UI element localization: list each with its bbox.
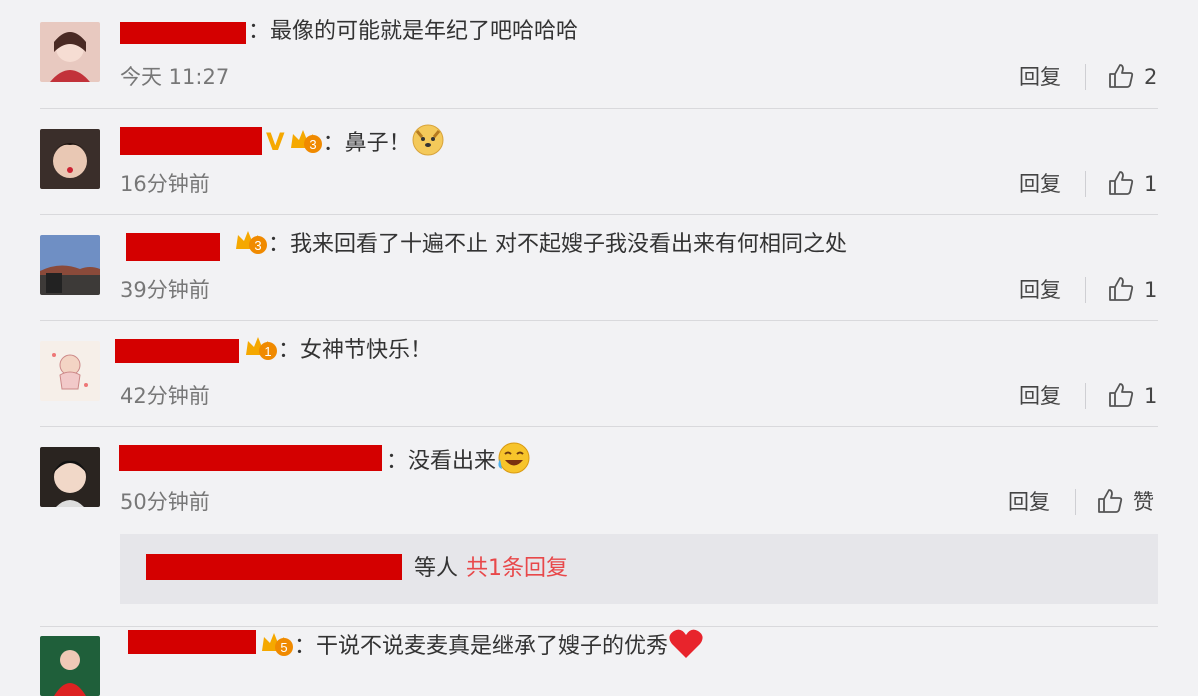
thumbs-up-icon — [1109, 383, 1134, 407]
like-button[interactable]: 赞 — [1097, 487, 1154, 517]
level-badge-icon: 1 — [244, 335, 278, 371]
reply-button[interactable]: 回复 — [1019, 169, 1061, 199]
comment-item: 5 ：干说不说麦麦真是继承了嫂子的优秀 — [0, 620, 1198, 696]
reply-button[interactable]: 回复 — [1019, 275, 1061, 305]
like-count: 1 — [1144, 172, 1158, 196]
sub-reply-count-link[interactable]: 共1条回复 — [466, 556, 568, 581]
like-button[interactable]: 1 — [1108, 275, 1157, 305]
like-button[interactable]: 1 — [1108, 169, 1157, 199]
avatar[interactable] — [40, 22, 100, 82]
comment-item: ：最像的可能就是年纪了吧哈哈哈 今天 11:27 回复 2 — [0, 0, 1198, 109]
like-button[interactable]: 1 — [1108, 381, 1157, 411]
redacted-username[interactable] — [120, 22, 246, 44]
reply-button[interactable]: 回复 — [1019, 381, 1061, 411]
level-number: 5 — [280, 640, 287, 655]
level-badge-icon: 3 — [234, 229, 268, 265]
comment-text: ：干说不说麦麦真是继承了嫂子的优秀 — [294, 634, 669, 659]
avatar[interactable] — [40, 447, 100, 507]
comment-time: 50分钟前 — [120, 490, 210, 514]
reply-button[interactable]: 回复 — [1008, 487, 1050, 517]
redacted-username[interactable] — [126, 233, 220, 261]
heart-emoji-icon — [668, 628, 704, 670]
avatar[interactable] — [40, 235, 100, 295]
thumbs-up-icon — [1109, 64, 1134, 88]
sub-reply-suffix: 等人 — [414, 556, 459, 581]
avatar[interactable] — [40, 129, 100, 189]
sub-reply-box[interactable]: 等人 共1条回复 — [120, 534, 1158, 604]
comment-item: 1 ：女神节快乐！ 42分钟前 回复 1 — [0, 321, 1198, 427]
verified-v-icon: V — [266, 128, 285, 156]
comment-text: ：女神节快乐！ — [278, 338, 433, 363]
like-count: 1 — [1144, 278, 1158, 302]
avatar[interactable] — [40, 341, 100, 401]
like-count: 2 — [1144, 65, 1158, 89]
redacted-username[interactable] — [115, 339, 239, 363]
comment-text: ：鼻子！ — [322, 131, 411, 156]
comment-text: ：没看出来 — [386, 449, 497, 474]
thumbs-up-icon — [1109, 171, 1134, 195]
comment-text: ：我来回看了十遍不止 对不起嫂子我没看出来有何相同之处 — [268, 232, 847, 257]
like-count: 赞 — [1133, 490, 1154, 514]
laughing-crying-emoji-icon — [496, 441, 532, 485]
level-badge-icon: 3 — [289, 128, 323, 164]
reply-button[interactable]: 回复 — [1019, 62, 1061, 92]
redacted-username[interactable] — [120, 127, 262, 155]
redacted-username[interactable] — [146, 554, 402, 580]
comment-item: V 3 ：鼻子！ 16分钟前 回复 1 — [0, 109, 1198, 215]
redacted-username[interactable] — [128, 630, 256, 654]
level-badge-icon: 5 — [260, 631, 294, 667]
comment-time: 39分钟前 — [120, 278, 210, 302]
comment-time: 42分钟前 — [120, 384, 210, 408]
doge-emoji-icon — [411, 123, 445, 167]
comment-time: 今天 11:27 — [120, 65, 230, 89]
thumbs-up-icon — [1109, 277, 1134, 301]
level-number: 3 — [309, 137, 316, 152]
like-button[interactable]: 2 — [1108, 62, 1157, 92]
comment-text: ：最像的可能就是年纪了吧哈哈哈 — [248, 19, 579, 44]
thumbs-up-icon — [1098, 489, 1123, 513]
comment-time: 16分钟前 — [120, 172, 210, 196]
avatar[interactable] — [40, 636, 100, 696]
level-number: 3 — [254, 238, 261, 253]
comment-item: 3 ：我来回看了十遍不止 对不起嫂子我没看出来有何相同之处 39分钟前 回复 1 — [0, 215, 1198, 321]
redacted-username[interactable] — [119, 445, 382, 471]
level-number: 1 — [264, 344, 271, 359]
like-count: 1 — [1144, 384, 1158, 408]
